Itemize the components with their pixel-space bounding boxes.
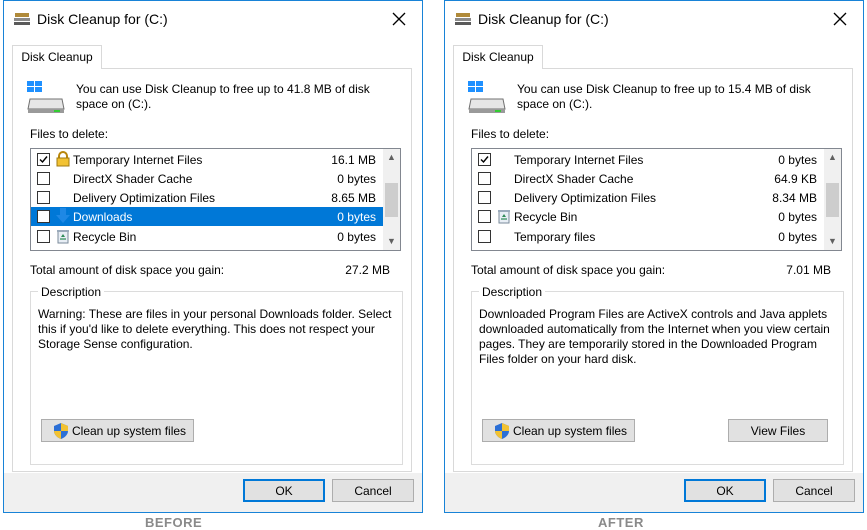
item-checkbox[interactable] (37, 191, 50, 204)
scroll-thumb[interactable] (826, 183, 839, 217)
item-checkbox[interactable] (37, 153, 50, 166)
after-caption: AFTER (598, 515, 644, 530)
download-arrow-icon (56, 208, 70, 223)
item-name: Delivery Optimization Files (514, 191, 657, 205)
uac-shield-icon (495, 422, 509, 439)
item-size: 64.9 KB (774, 172, 817, 186)
item-name: Downloads (73, 210, 133, 224)
title-bar[interactable]: Disk Cleanup for (C:) (4, 1, 422, 37)
cancel-button[interactable]: Cancel (773, 479, 855, 502)
scroll-down-icon[interactable]: ▼ (383, 233, 400, 250)
list-item[interactable]: Delivery Optimization Files 8.65 MB (31, 188, 383, 207)
files-to-delete-list[interactable]: Temporary Internet Files 16.1 MB DirectX… (30, 148, 401, 251)
checkmark-icon (39, 156, 48, 164)
close-icon[interactable] (829, 8, 851, 30)
disk-cleanup-app-icon (14, 13, 30, 25)
item-name: Temporary Internet Files (514, 153, 644, 167)
lock-icon (56, 151, 70, 167)
list-item-selected[interactable]: Downloads 0 bytes (31, 207, 383, 226)
description-text: Downloaded Program Files are ActiveX con… (479, 307, 830, 366)
list-item[interactable]: DirectX Shader Cache 64.9 KB (472, 169, 824, 188)
ok-button[interactable]: OK (684, 479, 766, 502)
item-size: 0 bytes (337, 230, 376, 244)
intro-text: You can use Disk Cleanup to free up to 4… (76, 82, 370, 111)
window-title: Disk Cleanup for (C:) (478, 11, 609, 27)
total-gain-label: Total amount of disk space you gain: (471, 263, 666, 277)
title-bar[interactable]: Disk Cleanup for (C:) (445, 1, 863, 37)
uac-shield-icon (54, 422, 68, 439)
item-size: 0 bytes (778, 210, 817, 224)
item-size: 16.1 MB (331, 153, 376, 167)
item-name: DirectX Shader Cache (514, 172, 634, 186)
item-name: DirectX Shader Cache (73, 172, 193, 186)
tab-disk-cleanup[interactable]: Disk Cleanup (453, 45, 543, 69)
close-icon[interactable] (388, 8, 410, 30)
files-to-delete-list[interactable]: Temporary Internet Files 0 bytes DirectX… (471, 148, 842, 251)
checkmark-icon (480, 156, 489, 164)
item-name: Recycle Bin (73, 230, 137, 244)
scroll-up-icon[interactable]: ▲ (824, 149, 841, 166)
list-item[interactable]: Recycle Bin 0 bytes (472, 207, 824, 226)
scroll-up-icon[interactable]: ▲ (383, 149, 400, 166)
scroll-down-icon[interactable]: ▼ (824, 233, 841, 250)
item-size: 0 bytes (778, 153, 817, 167)
intro-text: You can use Disk Cleanup to free up to 1… (517, 82, 811, 111)
item-checkbox[interactable] (37, 210, 50, 223)
disk-cleanup-app-icon (455, 13, 471, 25)
files-to-delete-label: Files to delete: (30, 127, 109, 141)
total-gain-value: 7.01 MB (786, 263, 831, 277)
tab-disk-cleanup[interactable]: Disk Cleanup (12, 45, 102, 69)
list-scrollbar[interactable]: ▲ ▼ (824, 149, 841, 250)
disk-cleanup-dialog-after: Disk Cleanup for (C:) Disk Cleanup You c… (444, 0, 864, 513)
list-scrollbar[interactable]: ▲ ▼ (383, 149, 400, 250)
list-item[interactable]: Delivery Optimization Files 8.34 MB (472, 188, 824, 207)
list-item[interactable]: Recycle Bin 0 bytes (31, 227, 383, 246)
item-checkbox[interactable] (37, 230, 50, 243)
recycle-bin-icon (57, 230, 69, 244)
item-size: 0 bytes (778, 230, 817, 244)
item-checkbox[interactable] (478, 230, 491, 243)
item-size: 8.34 MB (772, 191, 817, 205)
item-name: Temporary Internet Files (73, 153, 203, 167)
cancel-button[interactable]: Cancel (332, 479, 414, 502)
total-gain-value: 27.2 MB (345, 263, 390, 277)
disk-cleanup-dialog-before: Disk Cleanup for (C:) Disk Cleanup You c… (3, 0, 423, 513)
clean-up-system-files-label: Clean up system files (72, 423, 187, 438)
files-to-delete-label: Files to delete: (471, 127, 550, 141)
recycle-bin-icon (498, 210, 510, 224)
drive-icon (468, 81, 506, 113)
clean-up-system-files-button[interactable]: Clean up system files (482, 419, 635, 442)
view-files-button[interactable]: View Files (728, 419, 828, 442)
item-checkbox[interactable] (37, 172, 50, 185)
list-item[interactable]: Temporary files 0 bytes (472, 227, 824, 246)
description-label: Description (479, 285, 546, 299)
clean-up-system-files-label: Clean up system files (513, 423, 628, 438)
list-item[interactable]: Temporary Internet Files 16.1 MB (31, 150, 383, 169)
list-item[interactable]: DirectX Shader Cache 0 bytes (31, 169, 383, 188)
item-size: 0 bytes (337, 172, 376, 186)
item-checkbox[interactable] (478, 210, 491, 223)
description-label: Description (38, 285, 105, 299)
drive-icon (27, 81, 65, 113)
clean-up-system-files-button[interactable]: Clean up system files (41, 419, 194, 442)
item-size: 0 bytes (337, 210, 376, 224)
item-size: 8.65 MB (331, 191, 376, 205)
item-name: Delivery Optimization Files (73, 191, 216, 205)
item-name: Temporary files (514, 230, 596, 244)
description-text: Warning: These are files in your persona… (38, 307, 392, 351)
list-item[interactable]: Temporary Internet Files 0 bytes (472, 150, 824, 169)
scroll-thumb[interactable] (385, 183, 398, 217)
item-checkbox[interactable] (478, 172, 491, 185)
item-checkbox[interactable] (478, 191, 491, 204)
ok-button[interactable]: OK (243, 479, 325, 502)
total-gain-label: Total amount of disk space you gain: (30, 263, 225, 277)
before-caption: BEFORE (145, 515, 203, 530)
window-title: Disk Cleanup for (C:) (37, 11, 168, 27)
item-name: Recycle Bin (514, 210, 578, 224)
item-checkbox[interactable] (478, 153, 491, 166)
